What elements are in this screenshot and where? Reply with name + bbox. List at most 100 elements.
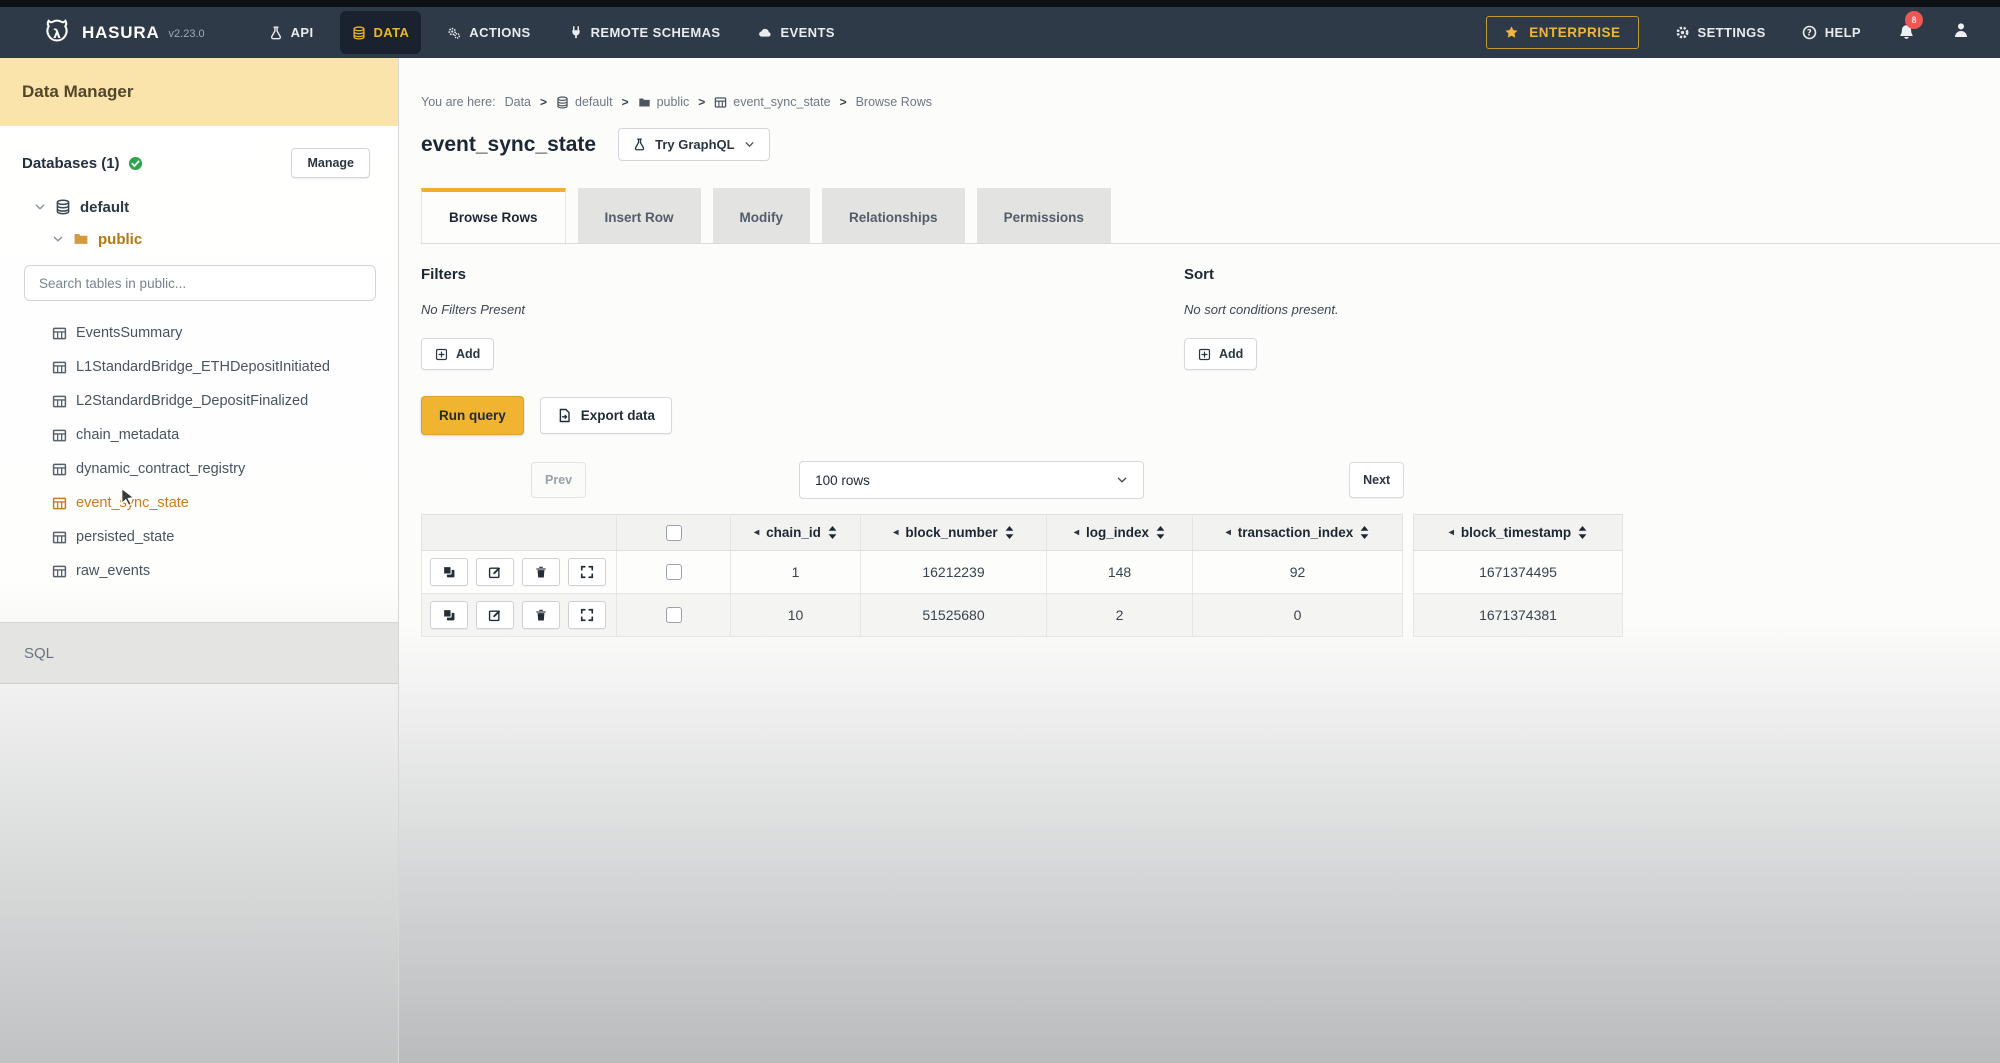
nav-item-api[interactable]: API xyxy=(257,7,326,58)
breadcrumb-prefix: You are here: xyxy=(421,95,496,109)
manage-button[interactable]: Manage xyxy=(291,148,370,178)
search-tables-input[interactable] xyxy=(24,265,376,301)
database-tree: default public xyxy=(0,191,398,255)
hasura-logo-icon[interactable] xyxy=(42,18,72,48)
sidebar-table-item[interactable]: EventsSummary xyxy=(0,316,398,350)
tab-insert-row[interactable]: Insert Row xyxy=(578,188,701,243)
try-graphql-button[interactable]: Try GraphQL xyxy=(618,128,769,161)
edit-icon xyxy=(488,608,502,622)
export-data-button[interactable]: Export data xyxy=(540,397,672,434)
notification-badge: 8 xyxy=(1905,11,1923,29)
table-name: event_sync_state xyxy=(76,495,189,511)
rows-per-page-select[interactable]: 100 rows xyxy=(799,461,1144,499)
sidebar-table-item-selected[interactable]: event_sync_state xyxy=(0,486,398,520)
chevron-down-icon[interactable] xyxy=(52,233,64,245)
plus-square-icon xyxy=(435,348,448,361)
add-sort-button[interactable]: Add xyxy=(1184,338,1257,370)
column-header-chain-id[interactable]: chain_id xyxy=(731,514,861,551)
breadcrumb-item-public[interactable]: public xyxy=(657,95,690,109)
sort-heading: Sort xyxy=(1184,266,2000,283)
rows-table: chain_id block_number log_index xyxy=(421,514,1613,637)
sort-toggle-icon[interactable] xyxy=(1360,526,1369,539)
tree-item-public-schema[interactable]: public xyxy=(0,223,398,255)
user-menu-button[interactable] xyxy=(1952,21,1970,44)
tab-browse-rows[interactable]: Browse Rows xyxy=(421,188,566,243)
filters-section: Filters No Filters Present Add xyxy=(421,266,1184,370)
nav-item-actions[interactable]: ACTIONS xyxy=(435,7,542,58)
column-header-block-timestamp[interactable]: block_timestamp xyxy=(1413,514,1623,551)
sidebar-table-item[interactable]: L1StandardBridge_ETHDepositInitiated xyxy=(0,350,398,384)
help-button[interactable]: HELP xyxy=(1802,25,1861,40)
table-icon xyxy=(52,462,67,477)
sidebar-table-item[interactable]: dynamic_contract_registry xyxy=(0,452,398,486)
sidebar-table-item[interactable]: chain_metadata xyxy=(0,418,398,452)
settings-label: SETTINGS xyxy=(1698,25,1766,40)
settings-button[interactable]: SETTINGS xyxy=(1675,25,1766,40)
breadcrumb-item-browse-rows[interactable]: Browse Rows xyxy=(856,95,932,109)
select-all-checkbox[interactable] xyxy=(666,525,682,541)
expand-row-button[interactable] xyxy=(568,601,606,629)
sort-toggle-icon[interactable] xyxy=(1005,526,1014,539)
row-actions-cell xyxy=(421,551,617,594)
expand-row-button[interactable] xyxy=(568,558,606,586)
tab-permissions[interactable]: Permissions xyxy=(977,188,1111,243)
sort-toggle-icon[interactable] xyxy=(1578,526,1587,539)
table-icon xyxy=(714,96,727,109)
tab-relationships[interactable]: Relationships xyxy=(822,188,965,243)
delete-row-button[interactable] xyxy=(522,558,560,586)
row-actions-cell xyxy=(421,594,617,637)
breadcrumb-item-table[interactable]: event_sync_state xyxy=(733,95,830,109)
move-column-left-icon[interactable] xyxy=(1074,527,1079,538)
sql-section[interactable]: SQL xyxy=(0,622,398,684)
sidebar-title: Data Manager xyxy=(22,82,133,102)
column-header-block-number[interactable]: block_number xyxy=(861,514,1047,551)
tab-modify[interactable]: Modify xyxy=(713,188,811,243)
next-page-button[interactable]: Next xyxy=(1349,462,1404,498)
move-column-left-icon[interactable] xyxy=(1449,527,1454,538)
cell-block-timestamp: 1671374495 xyxy=(1413,551,1623,594)
row-checkbox[interactable] xyxy=(666,564,682,580)
sort-toggle-icon[interactable] xyxy=(1156,526,1165,539)
move-column-left-icon[interactable] xyxy=(754,527,759,538)
edit-row-button[interactable] xyxy=(476,601,514,629)
nav-item-remote-schemas[interactable]: REMOTE SCHEMAS xyxy=(557,7,733,58)
nav-item-events[interactable]: EVENTS xyxy=(746,7,846,58)
breadcrumb-item-data[interactable]: Data xyxy=(505,95,531,109)
cell-transaction-index: 92 xyxy=(1193,551,1403,594)
run-query-button[interactable]: Run query xyxy=(421,396,524,435)
tree-item-default-database[interactable]: default xyxy=(0,191,398,223)
notifications-button[interactable]: 8 xyxy=(1897,21,1916,45)
page-title: event_sync_state xyxy=(421,133,596,157)
clone-row-button[interactable] xyxy=(430,601,468,629)
edit-row-button[interactable] xyxy=(476,558,514,586)
add-filter-label: Add xyxy=(456,347,480,361)
sidebar-table-item[interactable]: persisted_state xyxy=(0,520,398,554)
clone-row-button[interactable] xyxy=(430,558,468,586)
delete-row-button[interactable] xyxy=(522,601,560,629)
connected-check-icon xyxy=(128,156,143,171)
chevron-down-icon[interactable] xyxy=(34,201,46,213)
move-column-left-icon[interactable] xyxy=(1226,527,1231,538)
sidebar-table-item[interactable]: raw_events xyxy=(0,554,398,588)
sidebar-table-item[interactable]: L2StandardBridge_DepositFinalized xyxy=(0,384,398,418)
column-label: transaction_index xyxy=(1238,525,1354,540)
cell-block-number: 51525680 xyxy=(861,594,1047,637)
breadcrumb-item-default[interactable]: default xyxy=(575,95,613,109)
column-header-log-index[interactable]: log_index xyxy=(1047,514,1193,551)
sort-toggle-icon[interactable] xyxy=(828,526,837,539)
nav-item-data[interactable]: DATA xyxy=(340,11,422,54)
row-checkbox[interactable] xyxy=(666,607,682,623)
brand-name: HASURA xyxy=(82,23,160,43)
edit-icon xyxy=(488,565,502,579)
version-label[interactable]: v2.23.0 xyxy=(169,28,205,40)
add-filter-button[interactable]: Add xyxy=(421,338,494,370)
tab-label: Modify xyxy=(740,210,784,225)
prev-page-button[interactable]: Prev xyxy=(531,462,586,498)
enterprise-button[interactable]: ENTERPRISE xyxy=(1486,16,1638,49)
move-column-left-icon[interactable] xyxy=(893,527,898,538)
clone-icon xyxy=(442,608,456,622)
flask-icon xyxy=(633,138,646,151)
column-header-transaction-index[interactable]: transaction_index xyxy=(1193,514,1403,551)
trash-icon xyxy=(534,608,548,622)
video-letterbox xyxy=(0,0,2000,7)
